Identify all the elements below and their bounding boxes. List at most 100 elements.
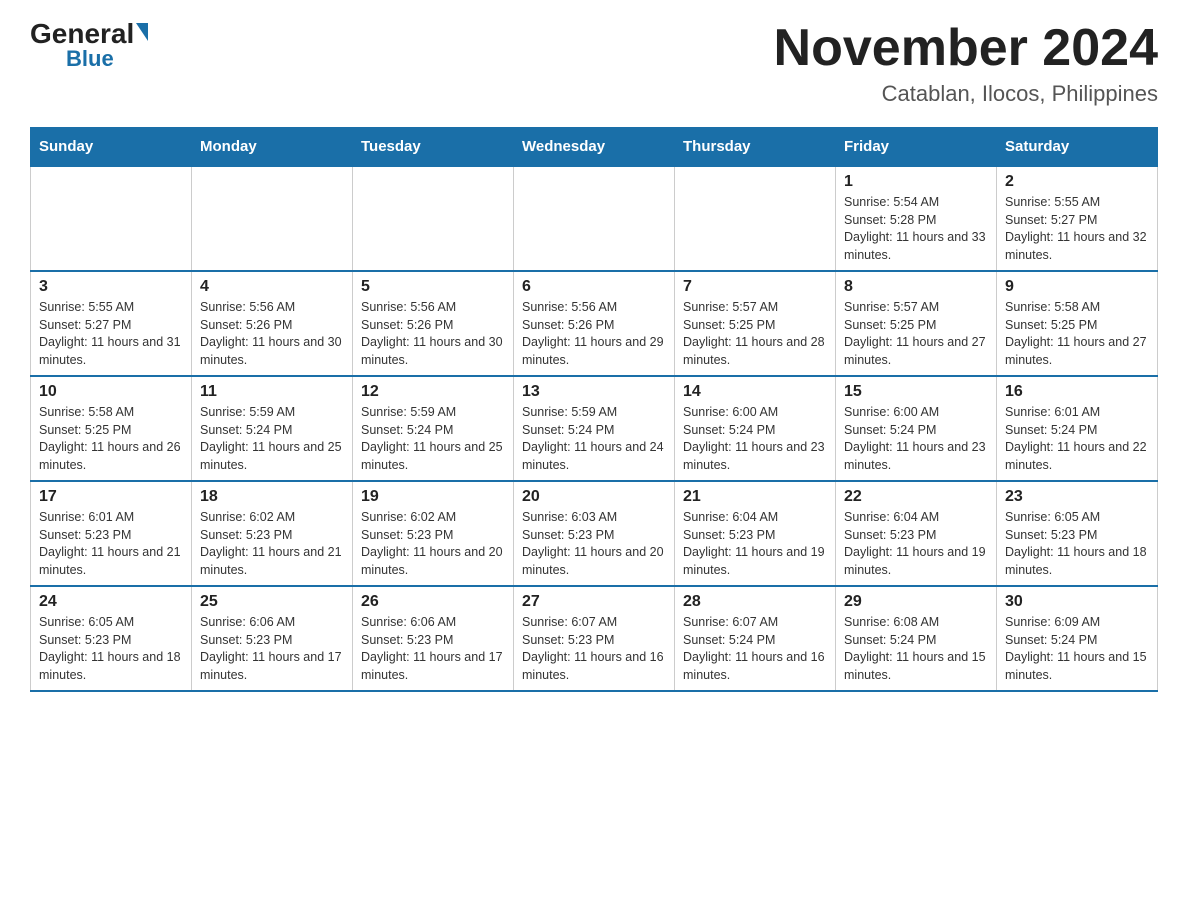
table-row: 18 Sunrise: 6:02 AMSunset: 5:23 PMDayligh… (192, 481, 353, 586)
table-row: 4Sunrise: 5:56 AMSunset: 5:26 PMDaylight… (192, 271, 353, 376)
day-info: Sunrise: 6:08 AMSunset: 5:24 PMDaylight:… (844, 614, 988, 684)
day-number: 10 (39, 383, 183, 401)
table-row: 10 Sunrise: 5:58 AMSunset: 5:25 PMDayligh… (31, 376, 192, 481)
day-number: 4 (200, 278, 344, 296)
day-number: 15 (844, 383, 988, 401)
table-row: 26 Sunrise: 6:06 AMSunset: 5:23 PMDayligh… (353, 586, 514, 691)
day-number: 7 (683, 278, 827, 296)
day-number: 29 (844, 593, 988, 611)
day-number: 17 (39, 488, 183, 506)
calendar-week-row: 1 Sunrise: 5:54 AMSunset: 5:28 PMDaylight… (31, 166, 1158, 271)
calendar-week-row: 24 Sunrise: 6:05 AMSunset: 5:23 PMDayligh… (31, 586, 1158, 691)
day-number: 25 (200, 593, 344, 611)
table-row: 3 Sunrise: 5:55 AMSunset: 5:27 PMDaylight… (31, 271, 192, 376)
header-friday: Friday (836, 128, 997, 167)
calendar-week-row: 3 Sunrise: 5:55 AMSunset: 5:27 PMDaylight… (31, 271, 1158, 376)
header-monday: Monday (192, 128, 353, 167)
day-info: Sunrise: 5:57 AMSunset: 5:25 PMDaylight:… (683, 299, 827, 369)
day-number: 6 (522, 278, 666, 296)
day-number: 16 (1005, 383, 1149, 401)
day-info: Sunrise: 6:07 AMSunset: 5:24 PMDaylight:… (683, 614, 827, 684)
day-info: Sunrise: 5:55 AMSunset: 5:27 PMDaylight:… (39, 299, 183, 369)
calendar-table: Sunday Monday Tuesday Wednesday Thursday… (30, 127, 1158, 692)
day-number: 11 (200, 383, 344, 401)
day-info: Sunrise: 6:02 AMSunset: 5:23 PMDaylight:… (200, 509, 344, 579)
day-info: Sunrise: 5:58 AMSunset: 5:25 PMDaylight:… (1005, 299, 1149, 369)
table-row: 2 Sunrise: 5:55 AMSunset: 5:27 PMDaylight… (997, 166, 1158, 271)
day-number: 19 (361, 488, 505, 506)
day-number: 27 (522, 593, 666, 611)
day-info: Sunrise: 6:07 AMSunset: 5:23 PMDaylight:… (522, 614, 666, 684)
day-number: 21 (683, 488, 827, 506)
logo-general-text: General (30, 20, 134, 48)
weekday-header-row: Sunday Monday Tuesday Wednesday Thursday… (31, 128, 1158, 167)
table-row: 9 Sunrise: 5:58 AMSunset: 5:25 PMDaylight… (997, 271, 1158, 376)
day-info: Sunrise: 5:59 AMSunset: 5:24 PMDaylight:… (361, 404, 505, 474)
day-number: 26 (361, 593, 505, 611)
title-block: November 2024 Catablan, Ilocos, Philippi… (774, 20, 1158, 107)
day-info: Sunrise: 5:58 AMSunset: 5:25 PMDaylight:… (39, 404, 183, 474)
header-tuesday: Tuesday (353, 128, 514, 167)
day-number: 14 (683, 383, 827, 401)
day-number: 3 (39, 278, 183, 296)
table-row (192, 166, 353, 271)
table-row: 17Sunrise: 6:01 AMSunset: 5:23 PMDayligh… (31, 481, 192, 586)
calendar-week-row: 17Sunrise: 6:01 AMSunset: 5:23 PMDayligh… (31, 481, 1158, 586)
day-info: Sunrise: 5:56 AMSunset: 5:26 PMDaylight:… (522, 299, 666, 369)
table-row: 27 Sunrise: 6:07 AMSunset: 5:23 PMDayligh… (514, 586, 675, 691)
day-number: 23 (1005, 488, 1149, 506)
calendar-week-row: 10 Sunrise: 5:58 AMSunset: 5:25 PMDayligh… (31, 376, 1158, 481)
day-info: Sunrise: 6:04 AMSunset: 5:23 PMDaylight:… (683, 509, 827, 579)
day-info: Sunrise: 5:54 AMSunset: 5:28 PMDaylight:… (844, 194, 988, 264)
table-row: 11 Sunrise: 5:59 AMSunset: 5:24 PMDayligh… (192, 376, 353, 481)
table-row: 29 Sunrise: 6:08 AMSunset: 5:24 PMDayligh… (836, 586, 997, 691)
day-info: Sunrise: 6:06 AMSunset: 5:23 PMDaylight:… (361, 614, 505, 684)
table-row: 14 Sunrise: 6:00 AMSunset: 5:24 PMDayligh… (675, 376, 836, 481)
table-row: 25 Sunrise: 6:06 AMSunset: 5:23 PMDayligh… (192, 586, 353, 691)
table-row: 1 Sunrise: 5:54 AMSunset: 5:28 PMDaylight… (836, 166, 997, 271)
table-row: 16 Sunrise: 6:01 AMSunset: 5:24 PMDayligh… (997, 376, 1158, 481)
table-row: 28 Sunrise: 6:07 AMSunset: 5:24 PMDayligh… (675, 586, 836, 691)
table-row: 12Sunrise: 5:59 AMSunset: 5:24 PMDayligh… (353, 376, 514, 481)
day-number: 9 (1005, 278, 1149, 296)
table-row (675, 166, 836, 271)
logo-triangle-icon (136, 23, 148, 41)
table-row: 21 Sunrise: 6:04 AMSunset: 5:23 PMDayligh… (675, 481, 836, 586)
day-info: Sunrise: 6:00 AMSunset: 5:24 PMDaylight:… (844, 404, 988, 474)
day-info: Sunrise: 6:06 AMSunset: 5:23 PMDaylight:… (200, 614, 344, 684)
logo-blue-text: Blue (66, 48, 114, 70)
day-info: Sunrise: 5:55 AMSunset: 5:27 PMDaylight:… (1005, 194, 1149, 264)
header-saturday: Saturday (997, 128, 1158, 167)
day-info: Sunrise: 5:56 AMSunset: 5:26 PMDaylight:… (361, 299, 505, 369)
table-row: 13 Sunrise: 5:59 AMSunset: 5:24 PMDayligh… (514, 376, 675, 481)
header-thursday: Thursday (675, 128, 836, 167)
table-row: 20Sunrise: 6:03 AMSunset: 5:23 PMDayligh… (514, 481, 675, 586)
day-info: Sunrise: 6:01 AMSunset: 5:24 PMDaylight:… (1005, 404, 1149, 474)
day-info: Sunrise: 6:05 AMSunset: 5:23 PMDaylight:… (39, 614, 183, 684)
day-info: Sunrise: 5:59 AMSunset: 5:24 PMDaylight:… (200, 404, 344, 474)
page-header: General Blue November 2024 Catablan, Ilo… (30, 20, 1158, 107)
day-number: 22 (844, 488, 988, 506)
day-number: 13 (522, 383, 666, 401)
header-wednesday: Wednesday (514, 128, 675, 167)
table-row (31, 166, 192, 271)
table-row: 22 Sunrise: 6:04 AMSunset: 5:23 PMDayligh… (836, 481, 997, 586)
day-number: 18 (200, 488, 344, 506)
day-number: 30 (1005, 593, 1149, 611)
day-info: Sunrise: 5:59 AMSunset: 5:24 PMDaylight:… (522, 404, 666, 474)
day-number: 28 (683, 593, 827, 611)
day-info: Sunrise: 6:04 AMSunset: 5:23 PMDaylight:… (844, 509, 988, 579)
table-row (353, 166, 514, 271)
table-row: 6 Sunrise: 5:56 AMSunset: 5:26 PMDaylight… (514, 271, 675, 376)
table-row: 19Sunrise: 6:02 AMSunset: 5:23 PMDayligh… (353, 481, 514, 586)
table-row: 23Sunrise: 6:05 AMSunset: 5:23 PMDayligh… (997, 481, 1158, 586)
day-info: Sunrise: 6:03 AMSunset: 5:23 PMDaylight:… (522, 509, 666, 579)
calendar-subtitle: Catablan, Ilocos, Philippines (774, 81, 1158, 107)
day-number: 1 (844, 173, 988, 191)
day-number: 24 (39, 593, 183, 611)
day-info: Sunrise: 6:00 AMSunset: 5:24 PMDaylight:… (683, 404, 827, 474)
day-number: 2 (1005, 173, 1149, 191)
table-row: 8Sunrise: 5:57 AMSunset: 5:25 PMDaylight… (836, 271, 997, 376)
table-row: 5Sunrise: 5:56 AMSunset: 5:26 PMDaylight… (353, 271, 514, 376)
table-row: 15 Sunrise: 6:00 AMSunset: 5:24 PMDayligh… (836, 376, 997, 481)
